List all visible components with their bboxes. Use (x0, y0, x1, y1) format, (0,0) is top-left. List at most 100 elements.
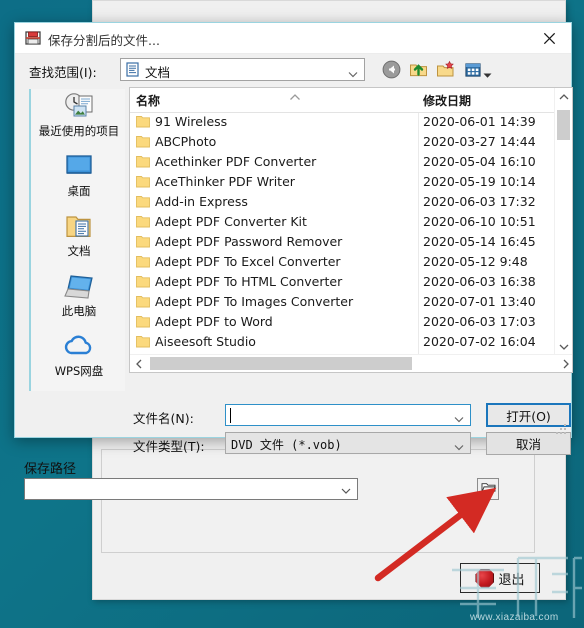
chevron-down-icon (348, 66, 358, 78)
cancel-button-label: 取消 (515, 437, 541, 452)
browse-folder-button[interactable] (477, 478, 499, 500)
file-name: Acethinker PDF Converter (155, 154, 317, 169)
table-row[interactable]: ABCPhoto 2020-03-27 14:44 (130, 132, 555, 152)
dialog-titlebar[interactable]: 保存分割后的文件... (15, 23, 571, 54)
table-row[interactable]: Adept PDF Password Remover 2020-05-14 16:… (130, 232, 555, 252)
chevron-down-icon[interactable] (454, 439, 464, 451)
table-row[interactable]: Adept PDF To Excel Converter 2020-05-12 9… (130, 252, 555, 272)
chevron-down-icon[interactable] (483, 66, 492, 78)
scroll-left-icon[interactable] (130, 355, 147, 372)
save-path-label: 保存路径 (24, 462, 77, 477)
chevron-down-icon[interactable] (454, 411, 464, 423)
filename-label: 文件名(N): (133, 411, 194, 426)
place-label: WPS网盘 (54, 364, 104, 378)
this-pc-icon (62, 271, 96, 303)
folder-icon (136, 335, 150, 348)
sort-ascending-icon (289, 88, 301, 100)
filetype-value: DVD 文件 (*.vob) (231, 438, 342, 452)
wps-cloud-icon (62, 331, 96, 363)
listview-vertical-scrollbar[interactable] (554, 88, 572, 355)
resize-grip-icon[interactable] (556, 422, 568, 434)
place-documents[interactable]: 文档 (31, 211, 127, 269)
text-cursor (230, 408, 231, 423)
file-modified-date: 2020-07-01 13:40 (423, 294, 536, 309)
folder-icon (136, 235, 150, 248)
new-folder-button[interactable] (434, 58, 457, 81)
cancel-button[interactable]: 取消 (486, 432, 571, 455)
table-row[interactable]: Aiseesoft Studio 2020-07-02 16:04 (130, 332, 555, 352)
table-row[interactable]: Adept PDF Converter Kit 2020-06-10 10:51 (130, 212, 555, 232)
place-this-pc[interactable]: 此电脑 (31, 271, 127, 329)
file-modified-date: 2020-05-14 16:45 (423, 234, 536, 249)
save-path-groupbox (101, 449, 535, 553)
table-row[interactable]: 91 Wireless 2020-06-01 14:39 (130, 112, 555, 132)
lookin-value: 文档 (145, 65, 171, 80)
table-row[interactable]: AceThinker PDF Writer 2020-05-19 10:14 (130, 172, 555, 192)
file-name: Adept PDF To Excel Converter (155, 254, 341, 269)
table-row[interactable]: Add-in Express 2020-06-03 17:32 (130, 192, 555, 212)
table-row[interactable]: Adept PDF To Images Converter 2020-07-01 … (130, 292, 555, 312)
file-modified-date: 2020-05-19 10:14 (423, 174, 536, 189)
listview-horizontal-scrollbar[interactable] (130, 354, 572, 372)
scroll-right-icon[interactable] (557, 355, 572, 372)
file-modified-date: 2020-06-03 16:38 (423, 274, 536, 289)
file-modified-date: 2020-06-01 14:39 (423, 114, 536, 129)
file-modified-date: 2020-06-03 17:03 (423, 314, 536, 329)
folder-icon (136, 255, 150, 268)
file-name: Aiseesoft Studio (155, 334, 256, 349)
filename-combobox[interactable] (225, 404, 471, 426)
save-path-combobox[interactable] (24, 478, 358, 500)
file-name: ABCPhoto (155, 134, 217, 149)
place-label: 此电脑 (61, 304, 97, 318)
close-icon[interactable] (527, 23, 571, 53)
scroll-down-icon[interactable] (555, 338, 572, 355)
folder-icon (136, 115, 150, 128)
exit-button[interactable]: 退出 (460, 563, 540, 593)
folder-icon (136, 215, 150, 228)
lookin-label: 查找范围(I): (29, 65, 97, 80)
views-button[interactable] (461, 58, 484, 81)
stop-octagon-icon (475, 568, 495, 588)
recent-items-icon (62, 91, 96, 123)
file-name: Adept PDF To Images Converter (155, 294, 354, 309)
table-row[interactable]: Acethinker PDF Converter 2020-05-04 16:10 (130, 152, 555, 172)
listview-rows: 91 Wireless 2020-06-01 14:39 ABCPhoto 2020-… (130, 112, 555, 364)
file-modified-date: 2020-05-04 16:10 (423, 154, 536, 169)
documents-folder-icon (125, 62, 140, 77)
open-button-label: 打开(O) (506, 408, 551, 424)
documents-icon (62, 211, 96, 243)
vertical-scroll-thumb[interactable] (557, 110, 570, 140)
desktop-icon (62, 151, 96, 183)
file-modified-date: 2020-03-27 14:44 (423, 134, 536, 149)
place-label: 最近使用的项目 (38, 124, 120, 138)
file-modified-date: 2020-06-10 10:51 (423, 214, 536, 229)
folder-icon (136, 315, 150, 328)
file-name: AceThinker PDF Writer (155, 174, 295, 189)
column-header-date[interactable]: 修改日期 (423, 92, 471, 109)
file-modified-date: 2020-06-03 17:32 (423, 194, 536, 209)
column-header-name[interactable]: 名称 (136, 92, 160, 109)
back-button[interactable] (380, 58, 403, 81)
file-name: Add-in Express (155, 194, 248, 209)
filetype-label: 文件类型(T): (133, 439, 205, 454)
folder-icon (136, 135, 150, 148)
horizontal-scroll-thumb[interactable] (150, 357, 412, 370)
place-recent-items[interactable]: 最近使用的项目 (31, 91, 127, 149)
folder-icon (136, 275, 150, 288)
table-row[interactable]: Adept PDF To HTML Converter 2020-06-03 16… (130, 272, 555, 292)
place-wps-cloud[interactable]: WPS网盘 (31, 331, 127, 389)
filetype-combobox[interactable]: DVD 文件 (*.vob) (225, 432, 471, 454)
file-name: Adept PDF Password Remover (155, 234, 343, 249)
scroll-up-icon[interactable] (555, 88, 572, 105)
file-name: Adept PDF Converter Kit (155, 214, 307, 229)
file-modified-date: 2020-05-12 9:48 (423, 254, 528, 269)
file-listview[interactable]: 名称 修改日期 91 Wireless 2020-06-01 14:39 ABCPh… (129, 87, 573, 373)
table-row[interactable]: Adept PDF to Word 2020-06-03 17:03 (130, 312, 555, 332)
place-desktop[interactable]: 桌面 (31, 151, 127, 209)
file-name: Adept PDF to Word (155, 314, 273, 329)
lookin-combobox[interactable]: 文档 (120, 58, 365, 81)
up-folder-button[interactable] (407, 58, 430, 81)
save-disk-icon (24, 29, 42, 47)
open-folder-icon (481, 480, 496, 498)
folder-icon (136, 155, 150, 168)
